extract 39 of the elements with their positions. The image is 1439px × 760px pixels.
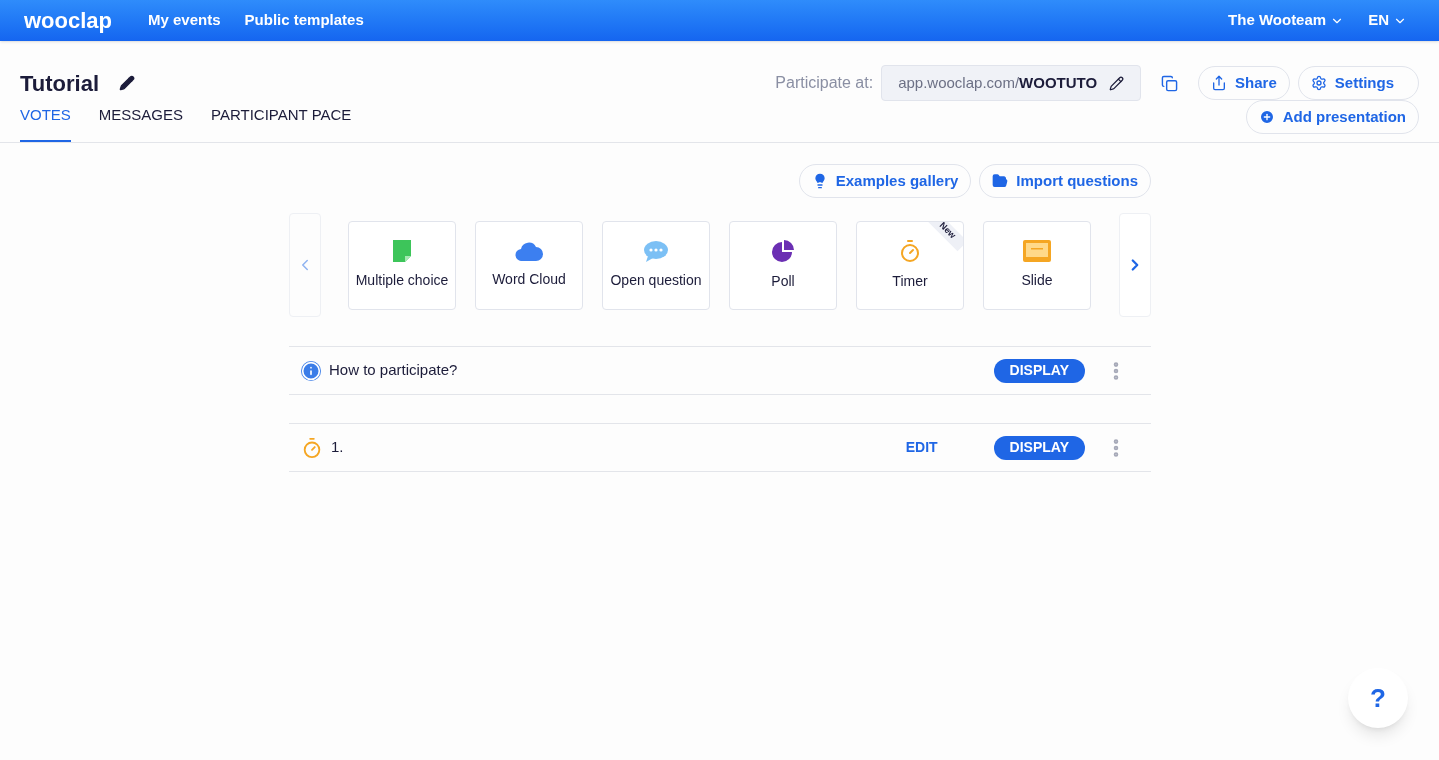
team-menu[interactable]: The Wooteam (1228, 9, 1345, 32)
participate-label: Participate at: (775, 73, 874, 93)
question-type-tile[interactable]: Poll (729, 220, 837, 310)
edit-link[interactable]: EDIT (905, 437, 938, 458)
stopwatch-icon (898, 238, 922, 263)
question-title: 1. (331, 437, 345, 458)
share-icon (1211, 75, 1228, 91)
question-type-tile[interactable]: Word Cloud (475, 220, 583, 310)
question-type-tile[interactable]: Open question (602, 220, 710, 310)
cloud-icon (515, 240, 543, 261)
carousel-right-button[interactable] (1119, 213, 1151, 317)
question-type-tile[interactable]: Slide (983, 220, 1091, 310)
help-button[interactable]: ? (1348, 668, 1408, 728)
display-button[interactable]: DISPLAY (993, 358, 1085, 383)
nav-link[interactable]: My events (148, 9, 221, 32)
pencil-icon[interactable] (1109, 75, 1125, 91)
url-field[interactable]: app.wooclap.com/WOOTUTO (881, 65, 1142, 101)
nav-link[interactable]: Public templates (244, 9, 364, 32)
display-button[interactable]: DISPLAY (993, 435, 1085, 460)
pie-chart-icon (771, 238, 795, 263)
event-title: Tutorial (20, 69, 100, 98)
logo[interactable]: wooclap (24, 4, 112, 37)
info-icon (301, 360, 321, 381)
tab[interactable]: PARTICIPANT PACE (211, 103, 352, 142)
slide-icon (1023, 239, 1051, 262)
tab[interactable]: VOTES (20, 103, 71, 142)
document-icon (393, 239, 411, 262)
copy-icon[interactable] (1161, 74, 1179, 92)
settings-icon (1310, 75, 1327, 91)
pencil-icon[interactable] (119, 75, 136, 91)
participate-url: app.wooclap.com/WOOTUTO (898, 72, 1098, 93)
question-title: How to participate? (329, 360, 459, 381)
plus-icon (1258, 109, 1275, 125)
folder-icon (992, 173, 1009, 189)
question-type-tile[interactable]: Multiple choice (348, 220, 456, 310)
tab[interactable]: MESSAGES (98, 103, 184, 142)
stopwatch-icon (301, 436, 323, 459)
speech-bubble-icon (643, 239, 669, 262)
language-menu[interactable]: EN (1368, 9, 1407, 32)
